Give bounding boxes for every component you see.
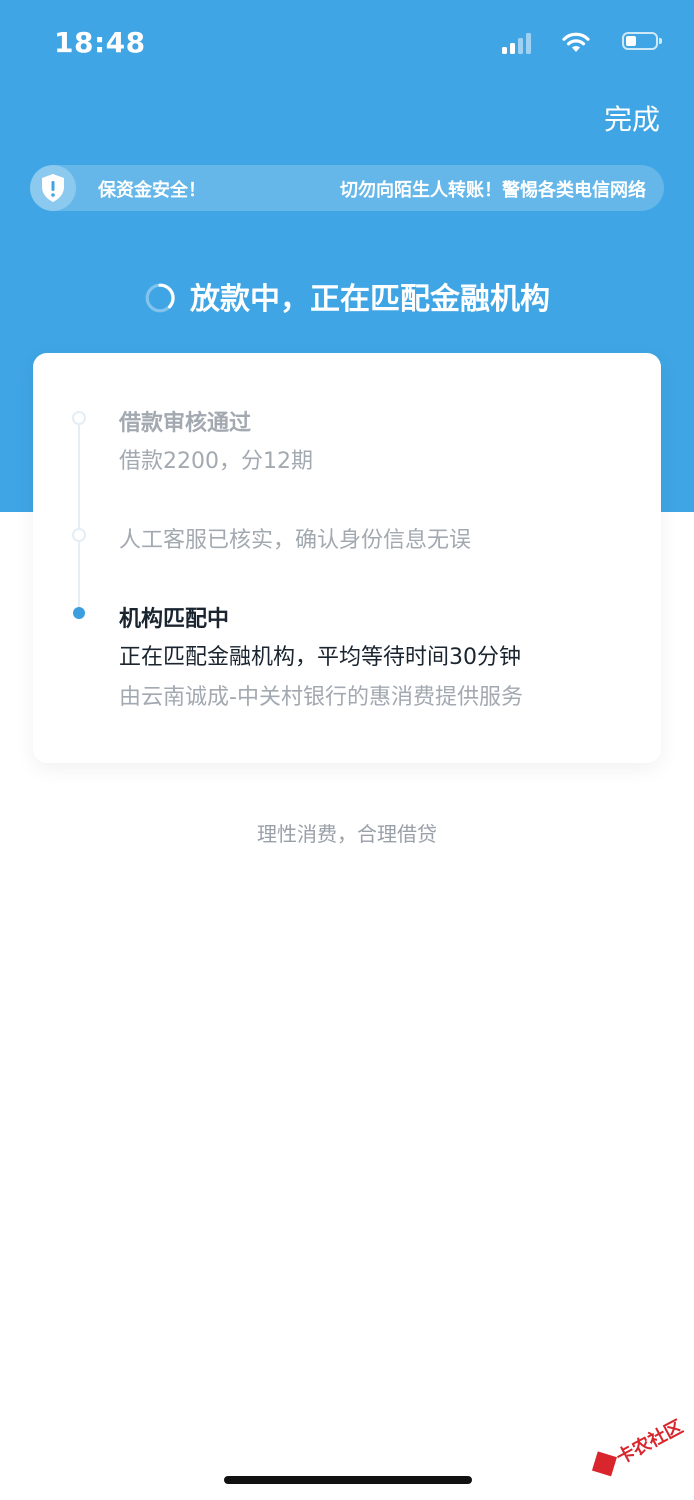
home-indicator[interactable] <box>224 1476 472 1484</box>
progress-card: 借款审核通过 借款2200，分12期 人工客服已核实，确认身份信息无误 机构匹配… <box>33 353 661 763</box>
signal-icon <box>502 32 534 54</box>
footer-slogan: 理性消费，合理借贷 <box>257 822 437 846</box>
step-3-provider-note: 由云南诚成-中关村银行的惠消费提供服务 <box>119 685 523 710</box>
timeline-dot-step-3-active <box>73 607 85 619</box>
svg-text:卡农社区: 卡农社区 <box>613 1416 686 1469</box>
timeline-dot-step-1 <box>72 411 86 425</box>
step-3-title: 机构匹配中 <box>119 607 230 632</box>
status-bar-icons <box>490 32 662 56</box>
battery-icon <box>622 32 662 50</box>
timeline-dot-step-2 <box>72 528 86 542</box>
loan-status-heading: 放款中，正在匹配金融机构 <box>0 274 694 318</box>
notice-left-text: 保资金安全！ <box>98 180 206 201</box>
step-1-title: 借款审核通过 <box>119 411 252 436</box>
kanong-watermark-logo: 卡农社区 <box>591 1416 686 1477</box>
step-2-detail: 人工客服已核实，确认身份信息无误 <box>119 528 472 553</box>
wifi-icon <box>562 32 590 52</box>
step-3-detail: 正在匹配金融机构，平均等待时间30分钟 <box>119 645 521 670</box>
status-bar-time: 18:48 <box>54 26 146 59</box>
loading-spinner-icon <box>145 283 175 312</box>
status-title-text: 放款中，正在匹配金融机构 <box>190 282 550 317</box>
shield-icon <box>30 165 76 211</box>
notice-scrolling-text: 切勿向陌生人转账！警惕各类电信网络 <box>340 180 646 201</box>
done-button[interactable]: 完成 <box>604 98 660 138</box>
step-1-detail: 借款2200，分12期 <box>119 449 313 474</box>
security-notice-banner: 保资金安全！ 切勿向陌生人转账！警惕各类电信网络 <box>30 165 664 211</box>
timeline-line <box>78 419 80 609</box>
